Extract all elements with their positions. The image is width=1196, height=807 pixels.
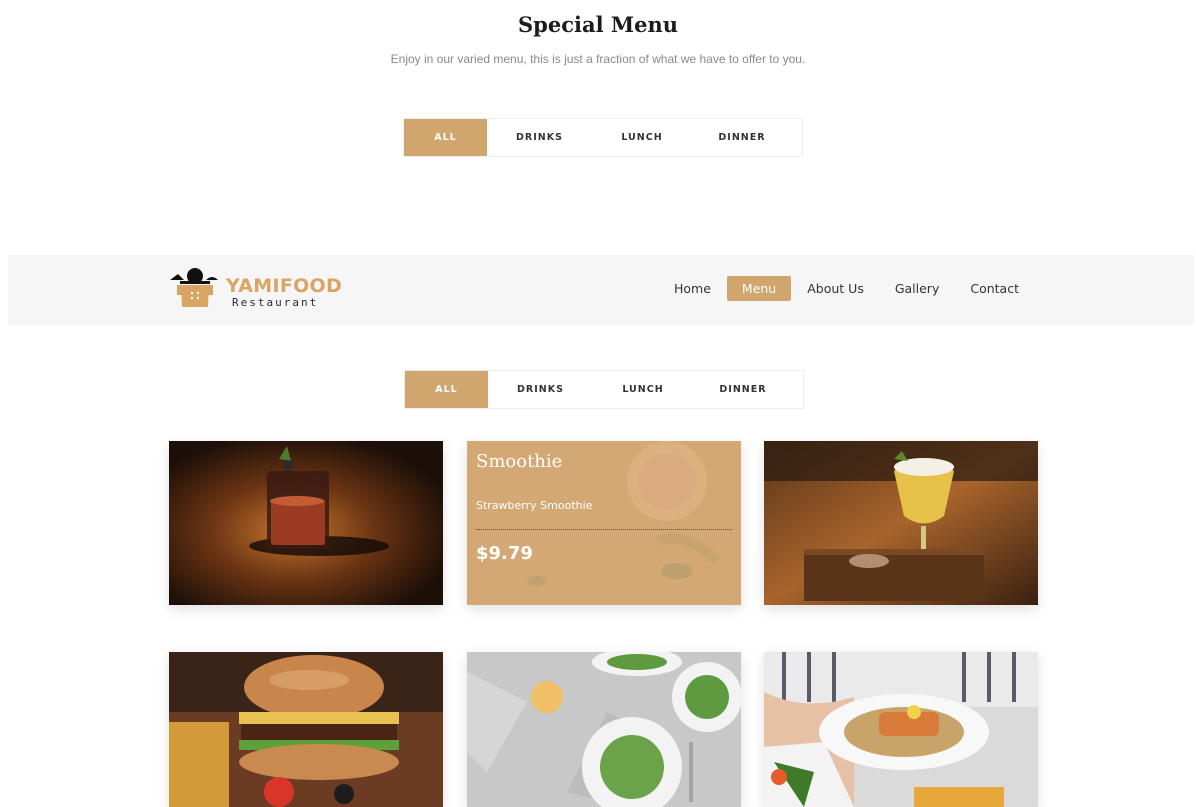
- menu-card-smoothie[interactable]: Smoothie Strawberry Smoothie $9.79: [467, 441, 741, 605]
- nav-home-link[interactable]: Home: [659, 276, 726, 301]
- filter-tab-dinner[interactable]: DINNER: [692, 119, 792, 156]
- menu-filter-bar: ALL DRINKS LUNCH DINNER: [404, 370, 804, 409]
- menu-card-burger[interactable]: [169, 652, 443, 807]
- nav-menu: Home Menu About Us Gallery Contact: [658, 276, 1034, 301]
- chef-logo-icon: [170, 268, 218, 307]
- filter-tab-lunch[interactable]: LUNCH: [593, 371, 693, 408]
- filter-tab-dinner[interactable]: DINNER: [693, 371, 793, 408]
- featured-divider: [476, 529, 732, 530]
- nav-about-link[interactable]: About Us: [792, 276, 879, 301]
- section-title: Special Menu: [517, 12, 678, 37]
- filter-tab-lunch[interactable]: LUNCH: [592, 119, 692, 156]
- section-subtitle: Enjoy in our varied menu, this is just a…: [390, 52, 806, 66]
- restaurant-logo[interactable]: YAMIFOOD Restaurant: [168, 265, 342, 315]
- menu-filter-bar-top: ALL DRINKS LUNCH DINNER: [403, 118, 803, 157]
- nav-menu-link[interactable]: Menu: [726, 276, 792, 301]
- special-menu-page: Special Menu Enjoy in our varied menu, t…: [0, 0, 1196, 807]
- cocktail-beer-image: [764, 441, 1038, 605]
- burger-image: [169, 652, 443, 807]
- nav-gallery-link[interactable]: Gallery: [880, 276, 955, 301]
- logo-name: YAMIFOOD: [226, 275, 343, 297]
- salmon-dinner-image: [764, 652, 1038, 807]
- menu-card-whiskey[interactable]: [169, 441, 443, 605]
- salad-image: [467, 652, 741, 807]
- featured-description: Strawberry Smoothie: [476, 499, 593, 512]
- main-navbar: YAMIFOOD Restaurant Home Menu About Us G…: [8, 255, 1194, 325]
- logo-subtitle: Restaurant: [232, 296, 319, 309]
- filter-tab-drinks[interactable]: DRINKS: [488, 371, 593, 408]
- filter-tab-all[interactable]: ALL: [404, 119, 487, 156]
- featured-price: $9.79: [476, 543, 533, 564]
- menu-card-salad[interactable]: [467, 652, 741, 807]
- menu-card-cocktail[interactable]: [764, 441, 1038, 605]
- menu-card-salmon[interactable]: [764, 652, 1038, 807]
- filter-tab-all[interactable]: ALL: [405, 371, 488, 408]
- cocktail-whiskey-image: [169, 441, 443, 605]
- featured-title: Smoothie: [476, 451, 563, 472]
- nav-contact-link[interactable]: Contact: [955, 276, 1034, 301]
- filter-tab-drinks[interactable]: DRINKS: [487, 119, 592, 156]
